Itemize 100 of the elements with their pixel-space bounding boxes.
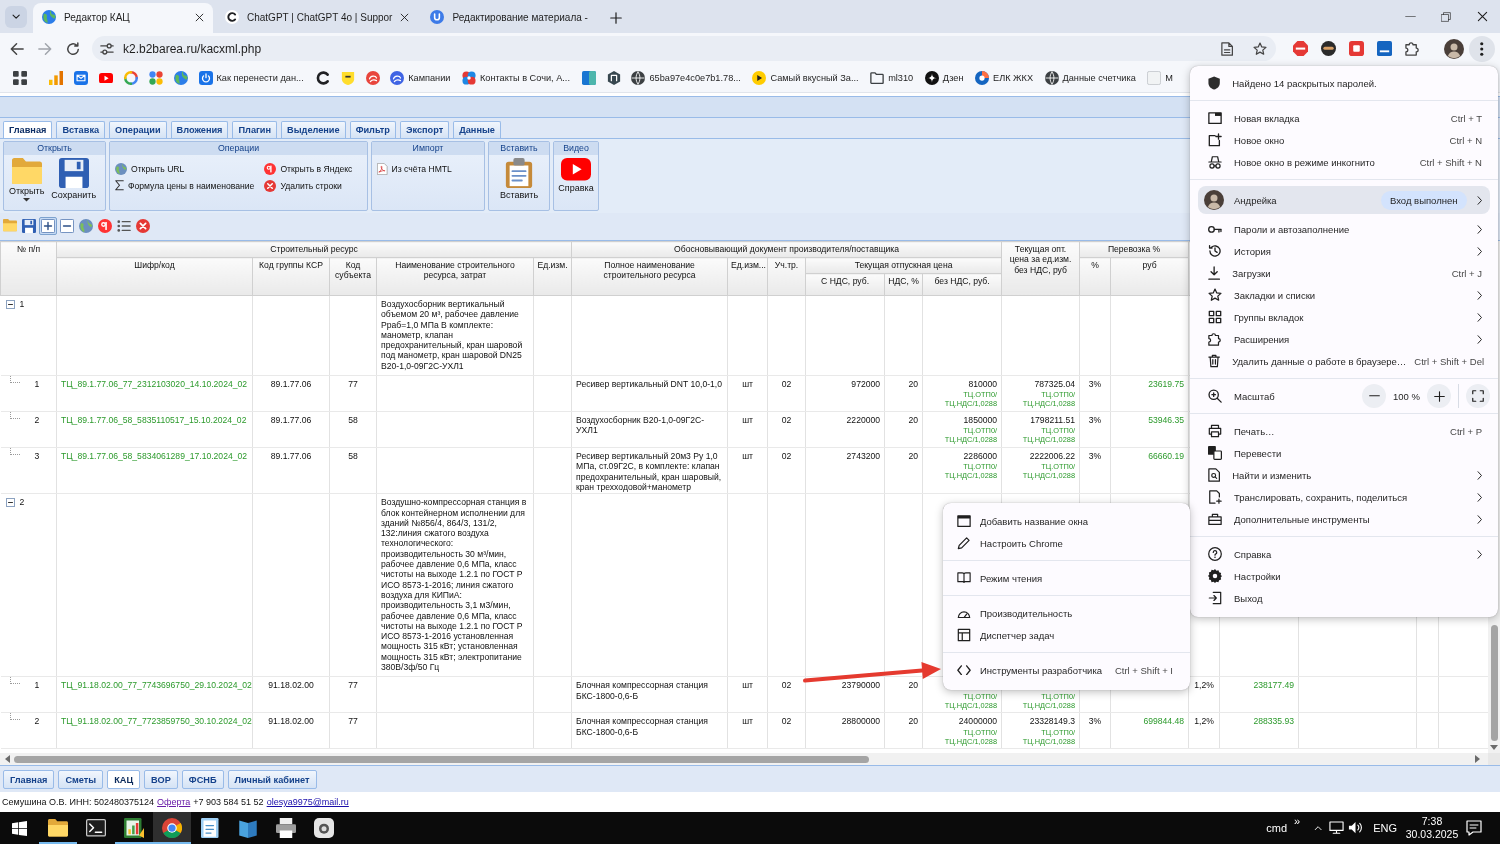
toolbar-label[interactable]: cmd bbox=[1266, 822, 1288, 834]
ring-icon[interactable] bbox=[124, 71, 138, 85]
puzzle-icon[interactable] bbox=[1404, 41, 1420, 56]
column-header[interactable]: Код группы КСР bbox=[252, 257, 330, 296]
toolbar-button[interactable] bbox=[39, 216, 57, 235]
tune-icon[interactable] bbox=[100, 41, 114, 56]
contact-link[interactable]: olesya9975@mail.ru bbox=[266, 797, 349, 807]
browser-tab[interactable]: Редактор КАЦ bbox=[33, 3, 213, 33]
reload-icon[interactable] bbox=[66, 41, 80, 56]
bookmark-link[interactable]: Самый вкусный За... bbox=[747, 71, 866, 85]
dots-icon[interactable] bbox=[149, 71, 163, 85]
toolbar-button[interactable] bbox=[134, 216, 152, 235]
menu-item[interactable]: Транслировать, сохранить, поделиться bbox=[1190, 486, 1498, 508]
scrollbar-thumb[interactable] bbox=[1490, 625, 1498, 741]
column-header[interactable]: Ед.изм. bbox=[533, 257, 572, 296]
menu-item[interactable]: Добавить название окна bbox=[943, 510, 1190, 532]
toolbar-button[interactable] bbox=[96, 216, 114, 235]
ribbon-button[interactable]: Удалить строки bbox=[264, 177, 342, 194]
swirl-icon[interactable] bbox=[365, 71, 380, 85]
page-tab[interactable]: Главная bbox=[3, 770, 55, 789]
menu-item[interactable]: Печать… Ctrl + P bbox=[1190, 420, 1498, 442]
menu-item[interactable]: Группы вкладок bbox=[1190, 306, 1498, 328]
column-header[interactable]: Полное наименование строительного ресурса bbox=[571, 257, 728, 296]
column-header[interactable]: Код субъекта bbox=[329, 257, 377, 296]
menu-item[interactable]: Новое окно Ctrl + N bbox=[1190, 129, 1498, 151]
menu-item[interactable]: Настройки bbox=[1190, 565, 1498, 587]
language-indicator[interactable]: ENG bbox=[1365, 822, 1404, 834]
avatar-icon[interactable] bbox=[1444, 38, 1464, 59]
browser-tab[interactable]: Редактирование материала - bbox=[421, 3, 602, 33]
menu-item[interactable]: Новая вкладка Ctrl + T bbox=[1190, 107, 1498, 129]
menu-item[interactable]: Перевести bbox=[1190, 442, 1498, 464]
menu-item[interactable]: Диспетчер задач bbox=[943, 624, 1190, 646]
close-icon[interactable] bbox=[400, 12, 410, 22]
zoom-in-button[interactable] bbox=[1427, 384, 1451, 408]
bar-chart-icon[interactable] bbox=[49, 71, 63, 85]
network-icon[interactable] bbox=[1329, 821, 1345, 835]
taskbar-button[interactable] bbox=[153, 812, 191, 844]
column-header[interactable]: Шифр/код bbox=[56, 257, 253, 296]
page-tab[interactable]: ВОР bbox=[144, 770, 178, 789]
minimize-icon[interactable] bbox=[1404, 15, 1416, 18]
tile-icon[interactable] bbox=[1376, 41, 1392, 56]
arc-icon[interactable] bbox=[315, 71, 330, 85]
column-header[interactable]: Наименование строительного ресурса, затрат bbox=[376, 257, 534, 296]
menu-button[interactable] bbox=[1469, 35, 1495, 62]
ribbon-tab[interactable]: Вложения bbox=[170, 121, 229, 138]
collapse-icon[interactable] bbox=[5, 497, 15, 507]
start-icon[interactable] bbox=[12, 820, 27, 836]
menu-item[interactable]: Загрузки Ctrl + J bbox=[1190, 262, 1498, 284]
menu-item[interactable]: Дополнительные инструменты bbox=[1190, 508, 1498, 530]
fullscreen-button[interactable] bbox=[1466, 384, 1490, 408]
column-header[interactable]: № п/п bbox=[0, 241, 57, 296]
globe-icon[interactable] bbox=[174, 71, 188, 85]
tab-search-button[interactable] bbox=[5, 6, 27, 28]
square-icon[interactable] bbox=[1348, 41, 1364, 56]
menu-item[interactable]: Настроить Chrome bbox=[943, 532, 1190, 554]
scrollbar-thumb[interactable] bbox=[14, 755, 869, 763]
star-icon[interactable] bbox=[1253, 41, 1267, 56]
column-header[interactable]: руб bbox=[1110, 257, 1189, 296]
hexagon-icon[interactable] bbox=[606, 71, 621, 85]
toolbar-button[interactable] bbox=[20, 216, 38, 235]
apps-grid-icon[interactable] bbox=[13, 71, 27, 85]
address-bar[interactable]: k2.b2barea.ru/kacxml.php bbox=[92, 36, 1276, 61]
ribbon-tab[interactable]: Вставка bbox=[56, 121, 106, 138]
menu-item[interactable]: Найти и изменить bbox=[1190, 464, 1498, 486]
menu-item[interactable]: Расширения bbox=[1190, 328, 1498, 350]
ribbon-tab[interactable]: Операции bbox=[109, 121, 167, 138]
ribbon-tab[interactable]: Данные bbox=[453, 121, 501, 138]
ribbon-tab[interactable]: Выделение bbox=[281, 121, 346, 138]
bookmark-link[interactable]: ml310 bbox=[865, 72, 920, 84]
menu-item[interactable]: История bbox=[1190, 240, 1498, 262]
book-icon[interactable] bbox=[581, 71, 596, 85]
menu-item[interactable]: Удалить данные о работе в браузере… Ctrl + Shift + Del bbox=[1190, 350, 1498, 372]
chevron-up-icon[interactable] bbox=[1313, 825, 1322, 831]
ribbon-tab[interactable]: Главная bbox=[3, 121, 53, 138]
ribbon-button[interactable]: Открыть в Яндекс bbox=[264, 160, 353, 177]
shield-icon[interactable] bbox=[340, 71, 355, 85]
restore-icon[interactable] bbox=[1441, 11, 1451, 22]
browser-tab[interactable]: ChatGPT | ChatGPT 4o | Suppor bbox=[216, 3, 419, 33]
toolbar-button[interactable] bbox=[58, 216, 76, 235]
bookmark-link[interactable]: Дзен bbox=[919, 71, 970, 85]
column-header[interactable]: Перевозка % bbox=[1079, 241, 1189, 258]
menu-item[interactable]: Справка bbox=[1190, 543, 1498, 565]
scroll-left-icon[interactable] bbox=[5, 755, 10, 763]
ribbon-button[interactable]: Сохранить bbox=[49, 158, 99, 200]
ribbon-button[interactable]: Справка bbox=[556, 158, 596, 193]
scroll-down-icon[interactable] bbox=[1490, 745, 1498, 750]
menu-item[interactable]: Найдено 14 раскрытых паролей. bbox=[1190, 72, 1498, 94]
bookmark-link[interactable]: Кампании bbox=[385, 71, 457, 85]
contact-link[interactable]: Оферта bbox=[157, 797, 191, 807]
page-tab[interactable]: ФСНБ bbox=[181, 770, 224, 789]
document-icon[interactable] bbox=[1220, 41, 1233, 56]
ribbon-tab[interactable]: Экспорт bbox=[399, 121, 450, 138]
menu-item[interactable]: Режим чтения bbox=[943, 567, 1190, 589]
bookmark-link[interactable]: Контакты в Сочи, А... bbox=[456, 71, 577, 85]
close-icon[interactable] bbox=[195, 12, 204, 22]
bookmark-link[interactable]: M bbox=[1142, 71, 1180, 85]
page-tab[interactable]: Личный кабинет bbox=[227, 770, 317, 789]
collapse-icon[interactable] bbox=[5, 299, 15, 309]
ribbon-button[interactable]: Открыть URL bbox=[115, 160, 185, 177]
volume-icon[interactable] bbox=[1348, 821, 1364, 835]
